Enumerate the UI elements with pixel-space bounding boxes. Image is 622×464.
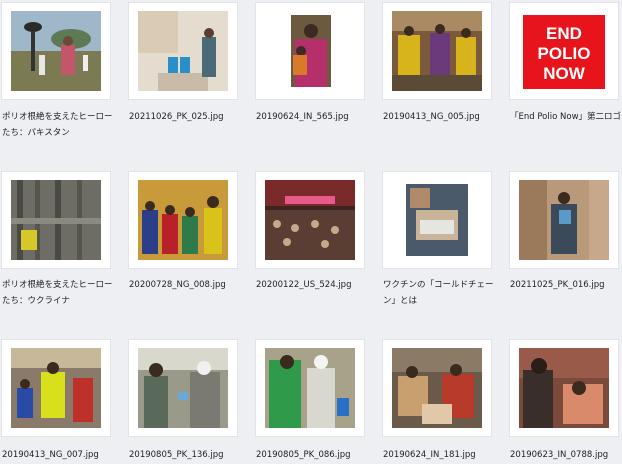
logo-thumbnail: END POLIO NOW: [519, 11, 609, 91]
file-name[interactable]: ワクチンの「コールドチェー ン」とは: [383, 277, 501, 309]
image-thumbnail: [138, 348, 228, 428]
file-tile[interactable]: [383, 3, 491, 99]
file-tile[interactable]: [383, 340, 491, 436]
file-name[interactable]: 20190413_NG_007.jpg: [2, 447, 120, 463]
logo-line-1: END: [546, 24, 582, 43]
file-tile[interactable]: [256, 340, 364, 436]
image-thumbnail: [519, 348, 609, 428]
file-tile[interactable]: [510, 340, 618, 436]
image-thumbnail: [138, 11, 228, 91]
file-tile[interactable]: [256, 3, 364, 99]
file-tile[interactable]: [256, 172, 364, 268]
image-thumbnail: [519, 180, 609, 260]
image-thumbnail: [11, 180, 101, 260]
file-tile[interactable]: [129, 172, 237, 268]
file-name[interactable]: 20190623_IN_0788.jpg: [510, 447, 622, 463]
image-thumbnail: [11, 11, 101, 91]
image-thumbnail: [265, 180, 355, 260]
file-name[interactable]: 20190805_PK_136.jpg: [129, 447, 247, 463]
image-thumbnail: [265, 348, 355, 428]
file-tile[interactable]: [510, 172, 618, 268]
image-thumbnail: [138, 180, 228, 260]
file-name[interactable]: 20211025_PK_016.jpg: [510, 277, 622, 293]
image-thumbnail: [11, 348, 101, 428]
file-tile[interactable]: [2, 172, 110, 268]
file-name[interactable]: 20190413_NG_005.jpg: [383, 109, 501, 125]
file-grid: END POLIO NOW ポリオ根絶を支えたヒーロー たち：パキスタン 202…: [0, 0, 622, 464]
image-thumbnail: [392, 348, 482, 428]
file-name[interactable]: 20211026_PK_025.jpg: [129, 109, 247, 125]
file-tile[interactable]: END POLIO NOW: [510, 3, 618, 99]
image-thumbnail: [392, 180, 482, 260]
file-name[interactable]: 20190624_IN_181.jpg: [383, 447, 501, 463]
file-name[interactable]: 20190805_PK_086.jpg: [256, 447, 374, 463]
file-name[interactable]: 20200728_NG_008.jpg: [129, 277, 247, 293]
file-tile[interactable]: [383, 172, 491, 268]
file-tile[interactable]: [2, 340, 110, 436]
file-name[interactable]: 「End Polio Now」第二ロゴ: [510, 109, 622, 125]
logo-line-2: POLIO: [538, 44, 591, 63]
file-tile[interactable]: [129, 3, 237, 99]
image-thumbnail: [392, 11, 482, 91]
file-name[interactable]: 20200122_US_524.jpg: [256, 277, 374, 293]
image-thumbnail: [265, 11, 355, 91]
file-name[interactable]: 20190624_IN_565.jpg: [256, 109, 374, 125]
file-tile[interactable]: [129, 340, 237, 436]
file-name[interactable]: ポリオ根絶を支えたヒーロー たち：ウクライナ: [2, 277, 120, 309]
logo-line-3: NOW: [543, 64, 586, 83]
file-tile[interactable]: [2, 3, 110, 99]
file-name[interactable]: ポリオ根絶を支えたヒーロー たち：パキスタン: [2, 109, 120, 141]
